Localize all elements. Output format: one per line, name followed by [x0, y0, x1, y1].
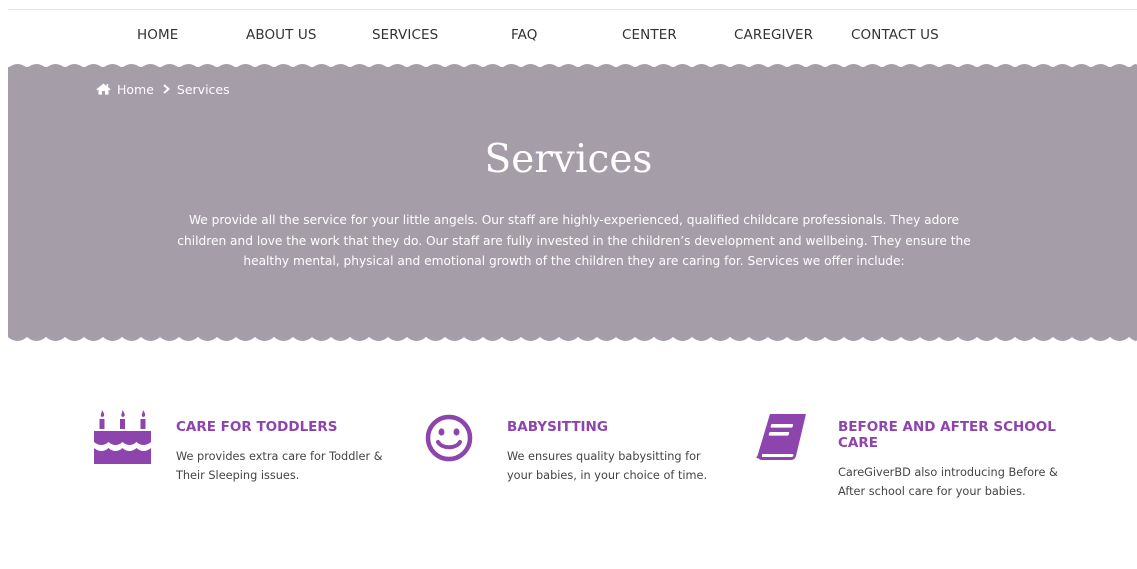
page-banner — [8, 67, 1137, 337]
page-intro-text: We provide all the service for your litt… — [177, 213, 971, 268]
birthday-cake-icon — [94, 408, 151, 468]
service-title: BEFORE AND AFTER SCHOOL CARE — [838, 419, 1056, 451]
service-title: BABYSITTING — [507, 419, 608, 435]
nav-item-faq[interactable]: FAQ — [511, 27, 537, 43]
nav-item-services[interactable]: SERVICES — [372, 27, 438, 43]
service-description: We provides extra care for Toddler & The… — [176, 450, 383, 482]
breadcrumb: Home Services — [96, 81, 230, 97]
breadcrumb-home-link[interactable]: Home — [117, 82, 154, 97]
nav-item-contact-us[interactable]: CONTACT US — [851, 27, 939, 43]
main-navigation: HOME ABOUT US SERVICES FAQ CENTER CAREGI… — [0, 10, 1137, 62]
chevron-right-icon — [163, 84, 170, 94]
service-title: CARE FOR TODDLERS — [176, 419, 338, 435]
nav-item-caregiver[interactable]: CAREGIVER — [734, 27, 813, 43]
nav-item-center[interactable]: CENTER — [622, 27, 677, 43]
home-icon[interactable] — [96, 83, 111, 95]
nav-item-home[interactable]: HOME — [137, 27, 178, 43]
breadcrumb-current: Services — [176, 81, 230, 97]
service-description: We ensures quality babysitting for your … — [507, 450, 708, 482]
smile-icon — [425, 414, 473, 466]
page-title: Services — [484, 137, 653, 182]
book-icon — [756, 412, 808, 468]
service-description: CareGiverBD also introducing Before & Af… — [838, 466, 1058, 498]
nav-item-about-us[interactable]: ABOUT US — [246, 27, 317, 43]
banner-bottom-wave — [8, 333, 1137, 341]
banner-top-wave — [8, 64, 1137, 72]
